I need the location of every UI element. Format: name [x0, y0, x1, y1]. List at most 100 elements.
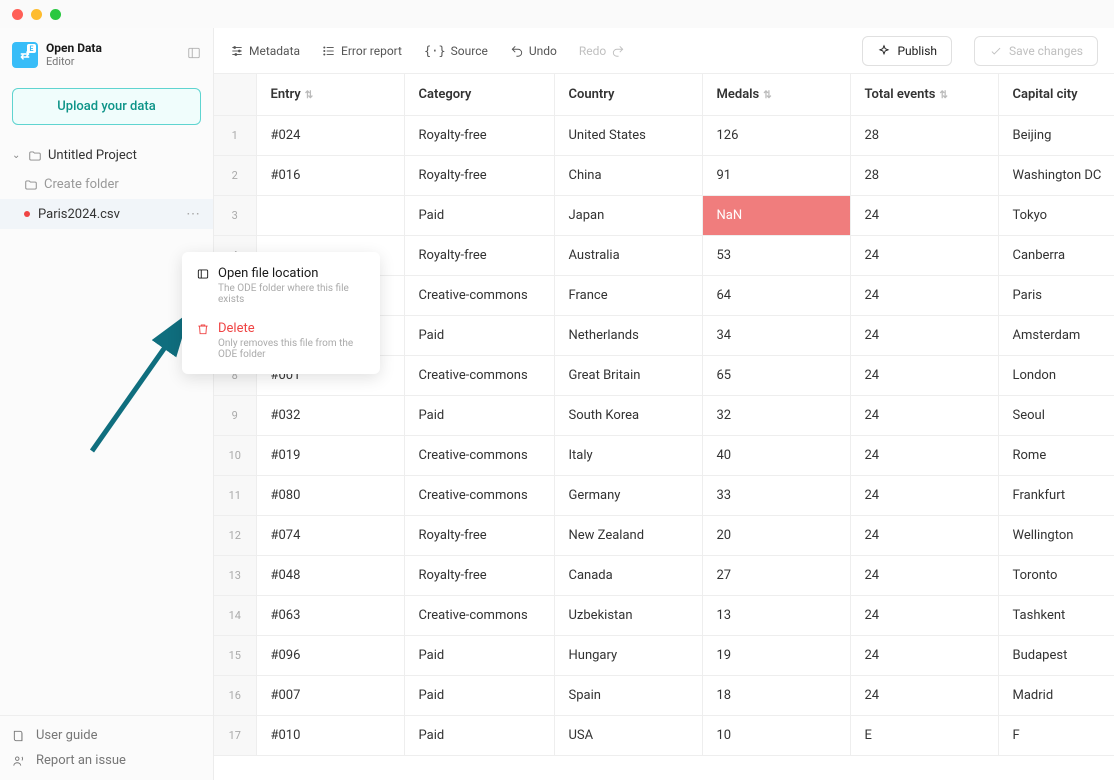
cell-country[interactable]: South Korea: [554, 396, 702, 436]
cell-country[interactable]: Australia: [554, 236, 702, 276]
table-row[interactable]: 2#016Royalty-freeChina9128Washington DC: [214, 156, 1114, 196]
cell-events[interactable]: 24: [850, 436, 998, 476]
cell-medals[interactable]: NaN: [702, 196, 850, 236]
cell-country[interactable]: Hungary: [554, 636, 702, 676]
cell-entry[interactable]: #048: [256, 556, 404, 596]
cell-events[interactable]: 24: [850, 316, 998, 356]
report-issue-link[interactable]: Report an issue: [12, 753, 201, 768]
tree-create-folder[interactable]: Create folder: [0, 170, 213, 199]
cell-category[interactable]: Creative-commons: [404, 596, 554, 636]
cell-events[interactable]: 24: [850, 196, 998, 236]
cell-medals[interactable]: 64: [702, 276, 850, 316]
cell-capital[interactable]: Wellington: [998, 516, 1114, 556]
table-row[interactable]: 13#048 Royalty-freeCanada2724Toronto: [214, 556, 1114, 596]
table-row[interactable]: 16#007PaidSpain1824Madrid: [214, 676, 1114, 716]
cell-capital[interactable]: Madrid: [998, 676, 1114, 716]
cell-entry[interactable]: #032: [256, 396, 404, 436]
column-header[interactable]: Country: [554, 74, 702, 116]
minimize-window-dot[interactable]: [31, 9, 42, 20]
cell-events[interactable]: 24: [850, 276, 998, 316]
cell-medals[interactable]: 13: [702, 596, 850, 636]
cell-category[interactable]: Paid: [404, 396, 554, 436]
cell-medals[interactable]: 19: [702, 636, 850, 676]
cell-events[interactable]: 24: [850, 236, 998, 276]
cell-capital[interactable]: Budapest: [998, 636, 1114, 676]
cell-country[interactable]: Italy: [554, 436, 702, 476]
cell-events[interactable]: 24: [850, 476, 998, 516]
cell-category[interactable]: Royalty-free: [404, 236, 554, 276]
cell-events[interactable]: 24: [850, 516, 998, 556]
context-delete[interactable]: Delete Only removes this file from the O…: [182, 313, 380, 368]
column-header[interactable]: Capital city: [998, 74, 1114, 116]
cell-category[interactable]: Royalty-free: [404, 156, 554, 196]
cell-country[interactable]: United States: [554, 116, 702, 156]
cell-category[interactable]: Paid: [404, 716, 554, 756]
cell-category[interactable]: Paid: [404, 196, 554, 236]
cell-capital[interactable]: Frankfurt: [998, 476, 1114, 516]
table-row[interactable]: 3PaidJapanNaN24Tokyo: [214, 196, 1114, 236]
cell-medals[interactable]: 32: [702, 396, 850, 436]
cell-country[interactable]: Japan: [554, 196, 702, 236]
sort-icon[interactable]: ⇅: [305, 90, 313, 101]
cell-country[interactable]: New Zealand: [554, 516, 702, 556]
cell-capital[interactable]: Seoul: [998, 396, 1114, 436]
cell-events[interactable]: 24: [850, 596, 998, 636]
cell-capital[interactable]: Toronto: [998, 556, 1114, 596]
cell-category[interactable]: Creative-commons: [404, 476, 554, 516]
sort-icon[interactable]: ⇅: [763, 90, 771, 101]
cell-medals[interactable]: 91: [702, 156, 850, 196]
cell-country[interactable]: USA: [554, 716, 702, 756]
cell-category[interactable]: Creative-commons: [404, 436, 554, 476]
maximize-window-dot[interactable]: [50, 9, 61, 20]
cell-entry[interactable]: #024: [256, 116, 404, 156]
cell-country[interactable]: Uzbekistan: [554, 596, 702, 636]
tree-project[interactable]: ⌄ Untitled Project: [0, 141, 213, 170]
cell-category[interactable]: Paid: [404, 636, 554, 676]
cell-category[interactable]: Creative-commons: [404, 356, 554, 396]
cell-country[interactable]: Germany: [554, 476, 702, 516]
cell-events[interactable]: E: [850, 716, 998, 756]
table-row[interactable]: 11#080Creative-commonsGermany3324Frankfu…: [214, 476, 1114, 516]
cell-events[interactable]: 28: [850, 116, 998, 156]
upload-button[interactable]: Upload your data: [12, 88, 201, 125]
cell-entry[interactable]: #096: [256, 636, 404, 676]
cell-events[interactable]: 24: [850, 396, 998, 436]
cell-entry[interactable]: #074: [256, 516, 404, 556]
cell-medals[interactable]: 34: [702, 316, 850, 356]
cell-category[interactable]: Royalty-free: [404, 116, 554, 156]
toolbar-source[interactable]: {·} Source: [424, 44, 488, 58]
close-window-dot[interactable]: [12, 9, 23, 20]
cell-capital[interactable]: Beijing: [998, 116, 1114, 156]
user-guide-link[interactable]: User guide: [12, 728, 201, 743]
cell-entry[interactable]: #010: [256, 716, 404, 756]
toolbar-undo[interactable]: Undo: [510, 44, 557, 58]
sort-icon[interactable]: ⇅: [939, 90, 947, 101]
cell-medals[interactable]: 10: [702, 716, 850, 756]
cell-country[interactable]: Netherlands: [554, 316, 702, 356]
column-header[interactable]: Total events⇅: [850, 74, 998, 116]
column-header[interactable]: Category: [404, 74, 554, 116]
cell-capital[interactable]: F: [998, 716, 1114, 756]
cell-capital[interactable]: Rome: [998, 436, 1114, 476]
cell-medals[interactable]: 65: [702, 356, 850, 396]
cell-capital[interactable]: Paris: [998, 276, 1114, 316]
table-row[interactable]: 1#024Royalty-freeUnited States12628Beiji…: [214, 116, 1114, 156]
cell-events[interactable]: 24: [850, 676, 998, 716]
table-row[interactable]: 12#074 Royalty-freeNew Zealand2024Wellin…: [214, 516, 1114, 556]
cell-entry[interactable]: [256, 196, 404, 236]
table-row[interactable]: 17#010PaidUSA10EF: [214, 716, 1114, 756]
cell-category[interactable]: Royalty-free: [404, 556, 554, 596]
toolbar-metadata[interactable]: Metadata: [230, 44, 300, 58]
cell-entry[interactable]: #063: [256, 596, 404, 636]
context-open-location[interactable]: Open file location The ODE folder where …: [182, 258, 380, 313]
cell-country[interactable]: Canada: [554, 556, 702, 596]
cell-capital[interactable]: Tokyo: [998, 196, 1114, 236]
cell-capital[interactable]: Tashkent: [998, 596, 1114, 636]
cell-medals[interactable]: 20: [702, 516, 850, 556]
cell-events[interactable]: 24: [850, 636, 998, 676]
cell-country[interactable]: Spain: [554, 676, 702, 716]
cell-medals[interactable]: 40: [702, 436, 850, 476]
cell-category[interactable]: Paid: [404, 676, 554, 716]
cell-entry[interactable]: #016: [256, 156, 404, 196]
file-more-icon[interactable]: ⋯: [186, 206, 201, 222]
